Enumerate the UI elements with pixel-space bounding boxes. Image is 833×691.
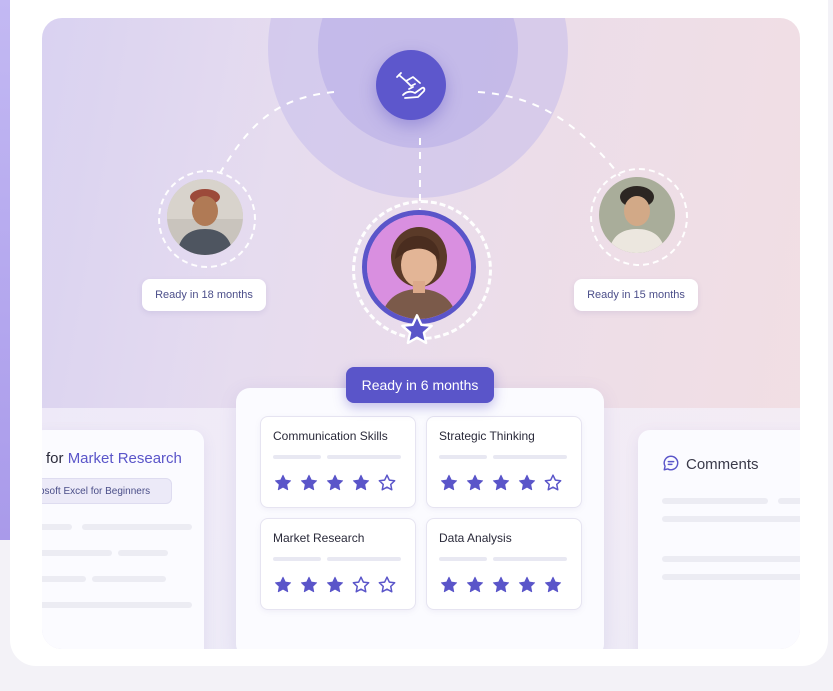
star-outline-icon [378, 474, 396, 491]
placeholder-line [42, 576, 86, 582]
handshake-hub[interactable] [376, 50, 446, 120]
person-icon [599, 177, 675, 253]
star-badge [398, 311, 436, 349]
handshake-icon [396, 72, 426, 99]
comments-title: Comments [686, 456, 759, 473]
succession-panel: Ready in 18 months Ready in 15 months fo… [42, 18, 800, 649]
development-plan-card: for Market Research osoft Excel for Begi… [42, 430, 204, 649]
person-icon [367, 215, 471, 319]
star-outline-icon [352, 576, 370, 593]
star-icon [401, 314, 433, 345]
skill-card[interactable]: Data Analysis [426, 518, 582, 610]
placeholder-line [42, 524, 72, 530]
placeholder-line [778, 498, 800, 504]
placeholder-line [82, 524, 192, 530]
skill-bars [273, 557, 401, 561]
card-title: for Market Research [46, 450, 182, 467]
star-filled-icon [440, 474, 458, 491]
star-filled-icon [274, 576, 292, 593]
skill-name: Data Analysis [439, 531, 512, 545]
avatar-center-candidate[interactable] [362, 210, 476, 324]
placeholder-line [42, 550, 112, 556]
skill-bars [439, 455, 567, 459]
star-filled-icon [466, 576, 484, 593]
avatar-right-candidate[interactable] [599, 177, 675, 253]
placeholder-line [92, 576, 166, 582]
course-item[interactable]: osoft Excel for Beginners [42, 478, 172, 504]
star-filled-icon [492, 474, 510, 491]
star-outline-icon [544, 474, 562, 491]
comment-icon[interactable] [662, 454, 680, 472]
skill-name: Market Research [273, 531, 365, 545]
person-icon [167, 179, 243, 255]
placeholder-line [42, 602, 192, 608]
placeholder-line [118, 550, 168, 556]
title-accent: Market Research [67, 450, 182, 467]
star-filled-icon [518, 474, 536, 491]
star-outline-icon [378, 576, 396, 593]
placeholder-line [662, 556, 800, 562]
placeholder-line [662, 498, 768, 504]
star-filled-icon [440, 576, 458, 593]
skill-card[interactable]: Market Research [260, 518, 416, 610]
title-prefix: for [46, 450, 64, 467]
skill-name: Communication Skills [273, 429, 388, 443]
comments-card: Comments [638, 430, 800, 649]
skill-card[interactable]: Communication Skills [260, 416, 416, 508]
star-filled-icon [466, 474, 484, 491]
star-filled-icon [300, 474, 318, 491]
skill-bars [439, 557, 567, 561]
star-filled-icon [544, 576, 562, 593]
ready-pill-left: Ready in 18 months [142, 279, 266, 311]
avatar-left-candidate[interactable] [167, 179, 243, 255]
star-filled-icon [300, 576, 318, 593]
star-filled-icon [352, 474, 370, 491]
skill-card[interactable]: Strategic Thinking [426, 416, 582, 508]
ready-pill-center: Ready in 6 months [346, 367, 494, 403]
ready-pill-right: Ready in 15 months [574, 279, 698, 311]
placeholder-line [662, 574, 800, 580]
skills-card: Communication Skills Strategic Thinking … [236, 388, 604, 649]
skill-rating [439, 473, 563, 493]
skill-name: Strategic Thinking [439, 429, 535, 443]
skill-rating [439, 575, 563, 595]
star-filled-icon [326, 474, 344, 491]
star-filled-icon [518, 576, 536, 593]
star-filled-icon [326, 576, 344, 593]
star-filled-icon [492, 576, 510, 593]
skill-rating [273, 473, 397, 493]
skill-rating [273, 575, 397, 595]
skill-bars [273, 455, 401, 459]
placeholder-line [662, 516, 800, 522]
star-filled-icon [274, 474, 292, 491]
